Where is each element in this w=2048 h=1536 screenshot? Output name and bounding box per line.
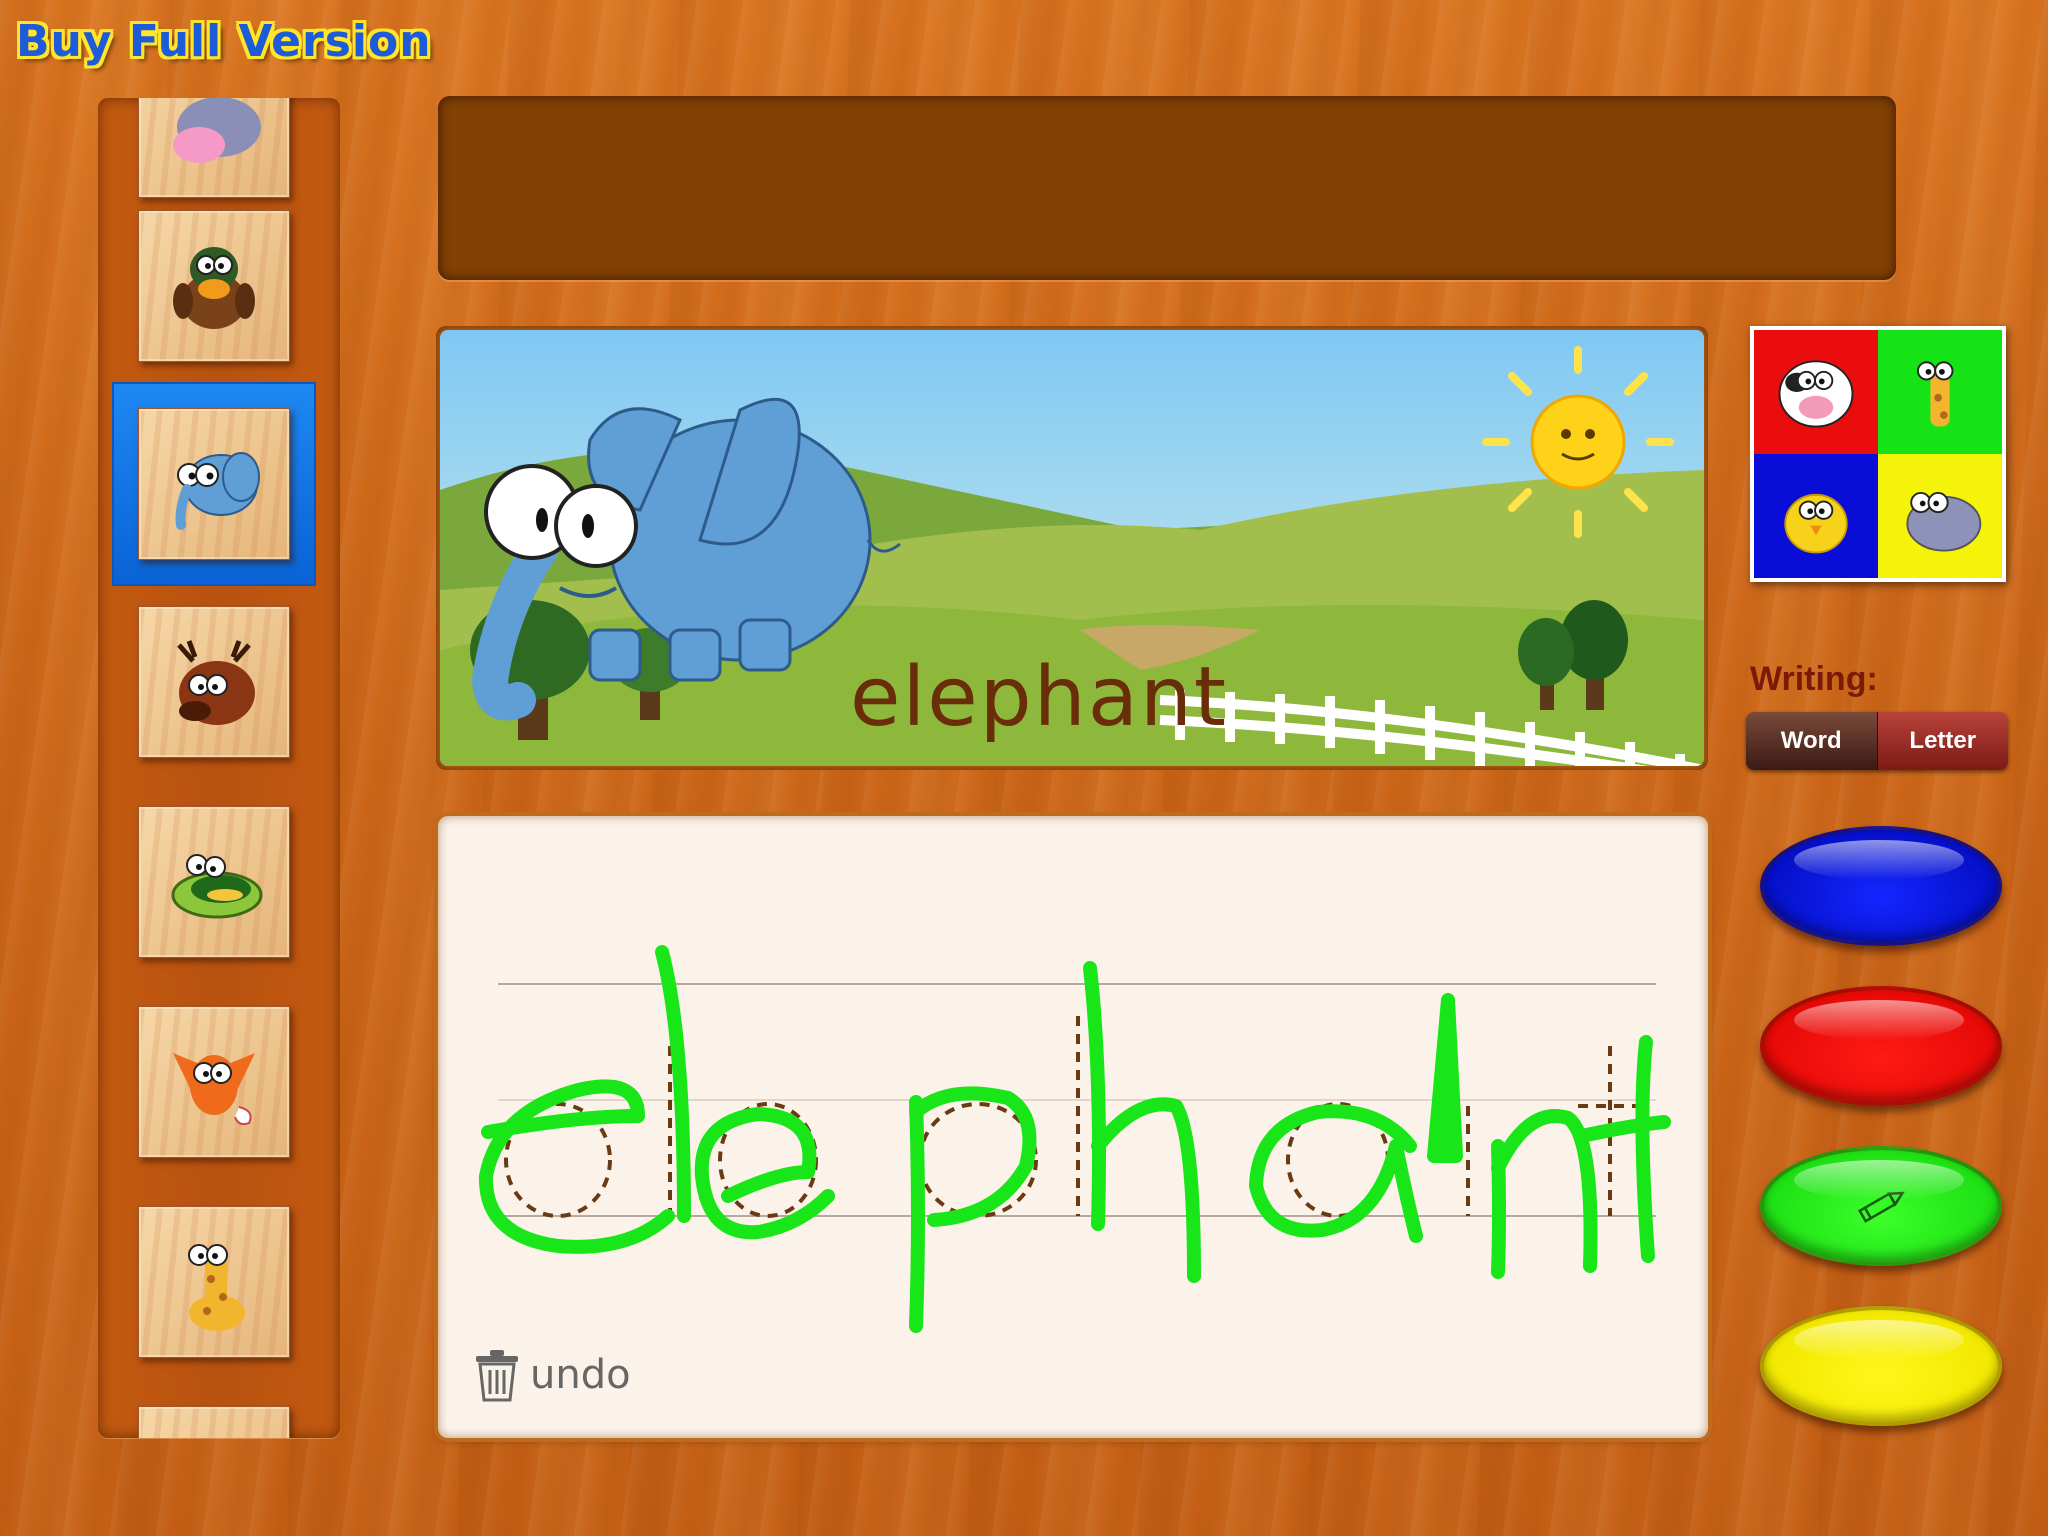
giraffe-icon	[188, 1244, 245, 1331]
child-drawing	[478, 945, 1671, 1333]
trash-icon	[476, 1350, 518, 1402]
puzzle-quadrant-chick	[1754, 454, 1878, 578]
buy-full-version-button[interactable]: Buy Full Version	[12, 12, 436, 72]
drawing-canvas[interactable]	[438, 816, 1708, 1438]
fox-icon	[173, 1053, 255, 1126]
animal-list-sidebar[interactable]	[98, 98, 340, 1438]
red-color-button[interactable]	[1760, 986, 2002, 1106]
word-banner	[438, 96, 1896, 280]
giraffe-icon	[1916, 361, 1954, 427]
animal-word: elephant	[850, 650, 1229, 745]
writing-mode-toggle[interactable]: Word Letter	[1746, 712, 2008, 770]
writing-board[interactable]: undo	[438, 816, 1708, 1438]
animal-tile-fox[interactable]	[138, 1006, 290, 1158]
moose-icon	[177, 640, 255, 725]
chick-icon	[1784, 493, 1848, 554]
pencil-icon	[1857, 1191, 1905, 1223]
puzzle-quadrant-hippo	[1878, 454, 2002, 578]
green-color-button[interactable]	[1760, 1146, 2002, 1266]
elephant-icon	[175, 452, 260, 530]
letter-mode-button[interactable]: Letter	[1876, 712, 2008, 770]
hippo-icon	[1906, 492, 1982, 552]
cow-icon	[1778, 360, 1854, 428]
animal-tile-turtle[interactable]	[138, 806, 290, 958]
duck-icon	[173, 247, 255, 329]
undo-button[interactable]: undo	[474, 1348, 631, 1402]
animal-tile-giraffe[interactable]	[138, 1206, 290, 1358]
blue-color-button[interactable]	[1760, 826, 2002, 946]
animal-tile-elephant[interactable]	[138, 408, 290, 560]
hippo-icon	[173, 98, 261, 163]
animal-tile-moose[interactable]	[138, 606, 290, 758]
animal-tile-hippo[interactable]	[138, 98, 290, 198]
yellow-color-button[interactable]	[1760, 1306, 2002, 1426]
animal-tile-duck[interactable]	[138, 210, 290, 362]
puzzle-quadrant-cow	[1754, 330, 1878, 454]
word-mode-button[interactable]: Word	[1746, 712, 1877, 770]
animal-tile-partial[interactable]	[138, 1406, 290, 1438]
puzzle-quadrant-giraffe	[1878, 330, 2002, 454]
undo-label: undo	[530, 1352, 631, 1398]
turtle-icon	[171, 854, 263, 919]
writing-mode-label: Writing:	[1750, 660, 1878, 698]
puzzle-game-button[interactable]	[1750, 326, 2006, 582]
